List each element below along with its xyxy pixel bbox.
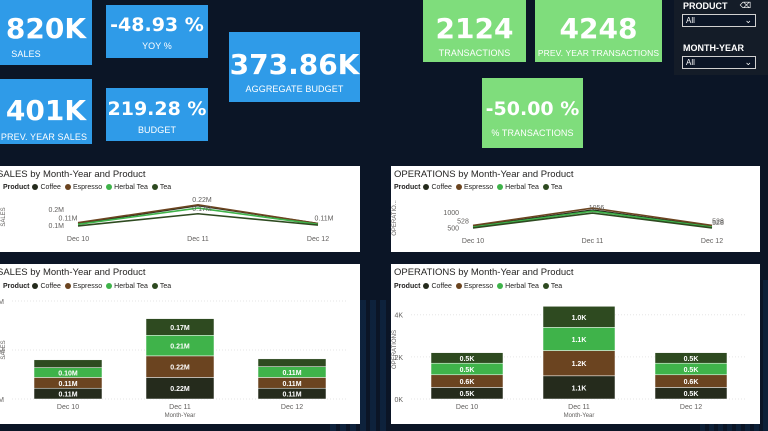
month-year-dropdown[interactable]: All ⌄ bbox=[682, 56, 756, 69]
sales-line-chart-panel[interactable]: SALES by Month-Year and Product Product C… bbox=[0, 166, 360, 252]
y-tick-label: 0K bbox=[394, 397, 403, 404]
x-axis-label: Month-Year bbox=[165, 413, 196, 419]
sales-bar-chart-panel[interactable]: SALES by Month-Year and Product Product C… bbox=[0, 264, 360, 424]
kpi-value: 219.28 % bbox=[107, 98, 207, 120]
data-label: 0.11M bbox=[282, 392, 301, 399]
operations-line-chart: 1000 500 OPERATIO... Dec 10 Dec 11 Dec 12 528 5… bbox=[392, 200, 724, 245]
kpi-prev-sales-card[interactable]: 401K PREV. YEAR SALES bbox=[0, 79, 92, 144]
operations-line-chart-panel[interactable]: OPERATIONS by Month-Year and Product Pro… bbox=[391, 166, 760, 252]
data-label: 0.17M bbox=[192, 206, 212, 213]
x-tick-label: Dec 10 bbox=[57, 404, 79, 411]
kpi-label: AGGREGATE BUDGET bbox=[245, 84, 344, 94]
data-label: 528 bbox=[712, 220, 724, 227]
kpi-value: -50.00 % bbox=[485, 98, 580, 120]
kpi-label: BUDGET bbox=[137, 125, 177, 135]
data-label: 1.0K bbox=[572, 315, 587, 322]
data-label: 0.11M bbox=[315, 216, 334, 223]
data-label: 1056 bbox=[589, 205, 605, 212]
y-tick-label: 4K bbox=[394, 313, 403, 320]
x-tick-label: Dec 10 bbox=[456, 404, 478, 411]
x-tick-label: Dec 12 bbox=[281, 404, 303, 411]
kpi-value: 401K bbox=[5, 94, 87, 127]
kpi-budget-card[interactable]: 219.28 % BUDGET bbox=[106, 88, 208, 141]
data-label: 0.5K bbox=[684, 391, 699, 398]
kpi-value: 4248 bbox=[559, 12, 638, 45]
sales-bar-chart: 1.0M0.5M0.0MSALES0.11M0.11M0.10MDec 100.… bbox=[0, 299, 348, 419]
kpi-value: -48.93 % bbox=[110, 14, 204, 36]
y-tick-label: 1.0M bbox=[0, 299, 4, 306]
kpi-label: PREV. YEAR TRANSACTIONS bbox=[537, 48, 660, 58]
data-label: 0.11M bbox=[282, 381, 301, 388]
data-label: 0.5K bbox=[684, 367, 699, 374]
kpi-label: % TRANSACTIONS bbox=[491, 128, 574, 138]
data-label: 1.1K bbox=[572, 337, 587, 344]
chevron-down-icon: ⌄ bbox=[744, 57, 752, 67]
kpi-label: PREV. YEAR SALES bbox=[0, 132, 88, 142]
x-tick-label: Dec 10 bbox=[462, 238, 484, 245]
x-tick-label: Dec 10 bbox=[67, 236, 89, 243]
y-axis-label: SALES bbox=[1, 340, 7, 359]
x-tick-label: Dec 12 bbox=[307, 236, 329, 243]
kpi-label: TRANSACTIONS bbox=[438, 48, 511, 58]
slicer-title: MONTH-YEAR bbox=[683, 43, 744, 53]
data-label: 0.5K bbox=[460, 367, 475, 374]
operations-bar-chart-panel[interactable]: OPERATIONS by Month-Year and Product Pro… bbox=[391, 264, 760, 424]
y-tick-label: 500 bbox=[447, 225, 459, 232]
data-label: 0.17M bbox=[170, 325, 190, 332]
data-label: 0.11M bbox=[59, 216, 78, 223]
y-axis-label: OPERATIONS bbox=[392, 330, 398, 369]
x-tick-label: Dec 12 bbox=[680, 404, 702, 411]
x-tick-label: Dec 11 bbox=[187, 236, 209, 243]
eraser-icon[interactable]: ⌫ bbox=[740, 1, 751, 10]
y-tick-label: 1000 bbox=[443, 210, 459, 217]
sales-line-chart: 0.2M 0.1M SALES Dec 10 Dec 11 Dec 12 0.11M 0.11… bbox=[1, 197, 334, 243]
x-axis-label: Month-Year bbox=[564, 413, 595, 419]
x-tick-label: Dec 11 bbox=[568, 404, 590, 411]
kpi-value: 820K bbox=[5, 12, 87, 45]
bar-segment-tea bbox=[33, 359, 103, 368]
dropdown-value: All bbox=[686, 58, 695, 67]
operations-bar-chart: 4K2K0KOPERATIONS0.5K0.6K0.5K0.5KDec 101.… bbox=[392, 306, 747, 419]
month-year-slicer: MONTH-YEAR All ⌄ bbox=[677, 43, 761, 69]
kpi-transactions-card[interactable]: 2124 TRANSACTIONS bbox=[423, 0, 526, 62]
y-tick-label: 0.2M bbox=[48, 207, 64, 214]
kpi-prev-transactions-card[interactable]: 4248 PREV. YEAR TRANSACTIONS bbox=[535, 0, 662, 62]
bar-segment-tea bbox=[257, 358, 327, 367]
y-axis-label: SALES bbox=[1, 207, 7, 226]
data-label: 0.11M bbox=[58, 392, 77, 399]
kpi-pct-transactions-card[interactable]: -50.00 % % TRANSACTIONS bbox=[482, 78, 583, 148]
data-label: 0.5K bbox=[460, 391, 475, 398]
kpi-yoy-card[interactable]: -48.93 % YOY % bbox=[106, 5, 208, 58]
y-axis-label: OPERATIO... bbox=[392, 200, 398, 236]
kpi-aggregate-budget-card[interactable]: 373.86K AGGREGATE BUDGET bbox=[229, 32, 360, 102]
x-tick-label: Dec 11 bbox=[169, 404, 191, 411]
x-tick-label: Dec 11 bbox=[582, 238, 604, 245]
y-tick-label: 0.1M bbox=[48, 223, 64, 230]
data-label: 0.21M bbox=[170, 344, 190, 351]
data-label: 0.5K bbox=[684, 356, 699, 363]
data-label: 0.22M bbox=[170, 386, 190, 393]
dropdown-value: All bbox=[686, 16, 695, 25]
kpi-value: 373.86K bbox=[229, 48, 360, 81]
data-label: 0.10M bbox=[58, 371, 78, 378]
data-label: 0.22M bbox=[192, 197, 212, 204]
data-label: 528 bbox=[457, 218, 469, 225]
kpi-label: SALES bbox=[11, 49, 41, 59]
product-dropdown[interactable]: All ⌄ bbox=[682, 14, 756, 27]
kpi-sales-card[interactable]: 820K SALES bbox=[0, 0, 92, 65]
data-label: 0.11M bbox=[282, 370, 301, 377]
data-label: 0.6K bbox=[684, 379, 699, 386]
data-label: 0.22M bbox=[170, 365, 190, 372]
x-tick-label: Dec 12 bbox=[701, 238, 723, 245]
data-label: 0.11M bbox=[58, 381, 77, 388]
y-tick-label: 0.0M bbox=[0, 397, 4, 404]
product-slicer: PRODUCT ⌫ All ⌄ bbox=[677, 1, 761, 27]
data-label: 1.1K bbox=[572, 385, 587, 392]
chevron-down-icon: ⌄ bbox=[744, 15, 752, 25]
kpi-value: 2124 bbox=[435, 12, 514, 45]
data-label: 0.6K bbox=[460, 379, 475, 386]
data-label: 0.5K bbox=[460, 356, 475, 363]
data-label: 1.2K bbox=[572, 361, 587, 368]
kpi-label: YOY % bbox=[142, 41, 172, 51]
